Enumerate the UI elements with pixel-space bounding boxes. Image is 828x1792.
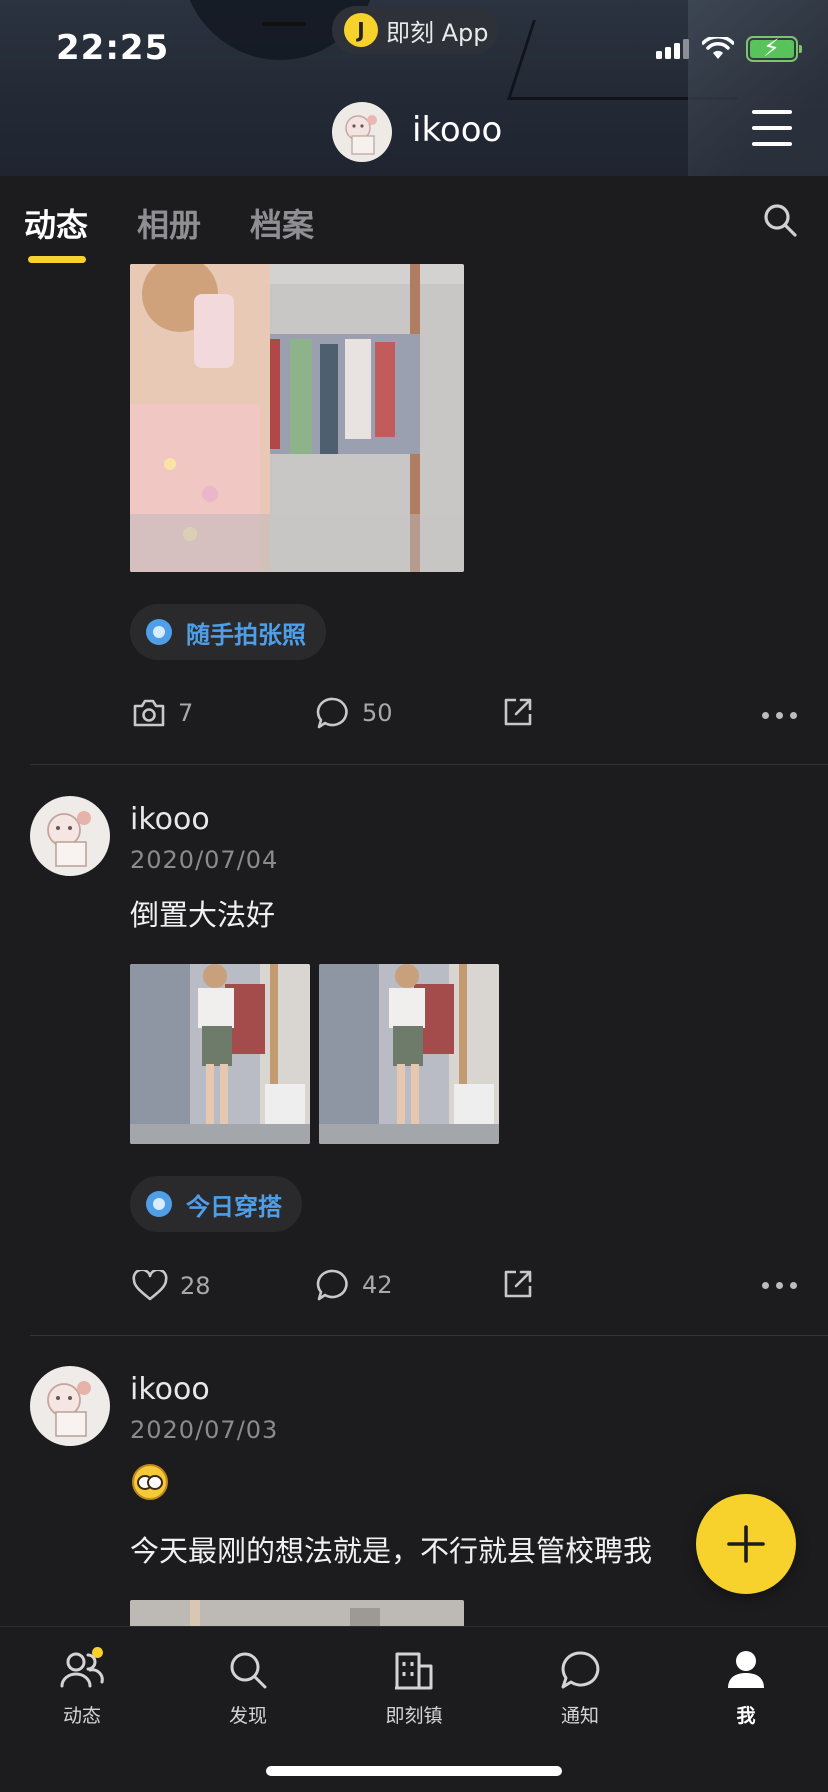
nav-me[interactable]: 我 [686,1641,806,1728]
status-time: 22:25 [56,28,170,68]
battery-charging-icon: ⚡ [746,35,802,62]
comment-count: 50 [362,699,393,727]
dynamic-island[interactable]: J 即刻 App [332,6,498,54]
island-app-name: 即刻 App [386,18,489,47]
search-icon [230,1652,267,1689]
nav-label: 即刻镇 [385,1705,443,1727]
chat-bubble-icon [561,1651,600,1689]
topic-tag[interactable]: 随手拍张照 [130,604,326,660]
nav-moments[interactable]: 动态 [22,1641,142,1728]
comment-icon [316,1269,348,1301]
status-icons: ⚡ [656,35,802,62]
profile-name: ikooo [412,110,503,150]
like-count: 28 [180,1272,211,1300]
post-date: 2020/07/04 [130,846,279,874]
topic-icon [146,619,172,645]
author-avatar[interactable] [30,796,110,876]
nav-notifications[interactable]: 通知 [520,1641,640,1728]
photo-count-value: 7 [178,699,194,727]
nav-label: 发现 [228,1705,267,1727]
tab-album[interactable]: 相册 [137,200,201,246]
topic-tag-label: 随手拍张照 [186,620,306,649]
profile-tabs: 动态 相册 档案 [0,176,828,270]
topic-icon [146,1191,172,1217]
nav-town[interactable]: 即刻镇 [354,1641,474,1728]
topic-tag[interactable]: 今日穿搭 [130,1176,302,1232]
tab-profile-info[interactable]: 档案 [250,200,314,246]
post-divider [30,764,828,765]
post-feed: 随手拍张照 7 50 ikooo 2020/07/04 倒置大法好 今日穿搭 2… [0,264,828,1626]
compose-post-button[interactable] [696,1494,796,1594]
comment-icon [316,697,348,729]
like-button[interactable]: 28 [132,1270,211,1302]
post-text: 倒置大法好 [130,898,276,932]
share-icon[interactable] [502,1268,534,1300]
nerd-face-emoji [132,1464,168,1500]
menu-button[interactable] [752,110,796,150]
nav-label: 动态 [62,1705,101,1727]
heart-icon [132,1270,168,1301]
topic-tag-label: 今日穿搭 [186,1192,282,1221]
share-icon[interactable] [502,696,534,728]
nav-label: 我 [736,1705,756,1727]
nav-discover[interactable]: 发现 [188,1641,308,1728]
author-name[interactable]: ikooo [130,802,210,837]
wifi-icon [702,37,734,59]
tab-moments[interactable]: 动态 [24,200,88,246]
search-icon[interactable] [762,202,798,238]
comment-count: 42 [362,1271,393,1299]
photo-count[interactable]: 7 [132,698,193,728]
post-photo[interactable] [130,964,310,1144]
more-options-icon[interactable] [762,712,797,719]
author-name[interactable]: ikooo [130,1372,210,1407]
home-indicator[interactable] [266,1766,562,1776]
post-photo[interactable] [130,1600,464,1626]
cellular-signal-icon [656,39,689,59]
camera-notch [262,22,306,26]
post-divider [30,1335,828,1336]
camera-icon [133,699,165,727]
plus-icon [727,1525,765,1563]
post-date: 2020/07/03 [130,1416,279,1444]
jike-app-icon: J [344,13,378,47]
active-tab-indicator [28,256,86,263]
comment-button[interactable]: 50 [316,696,393,730]
author-avatar[interactable] [30,1366,110,1446]
more-options-icon[interactable] [762,1282,797,1289]
building-icon [395,1652,433,1690]
notification-dot [92,1647,103,1658]
profile-avatar[interactable] [332,102,392,162]
comment-button[interactable]: 42 [316,1268,393,1302]
post-photo[interactable] [319,964,499,1144]
profile-header: 22:25 J 即刻 App ⚡ ikooo [0,0,828,176]
post-text: 今天最刚的想法就是，不行就县管校聘我 [130,1534,653,1568]
person-icon [728,1651,764,1688]
post-photo[interactable] [130,264,464,572]
nav-label: 通知 [560,1705,599,1727]
